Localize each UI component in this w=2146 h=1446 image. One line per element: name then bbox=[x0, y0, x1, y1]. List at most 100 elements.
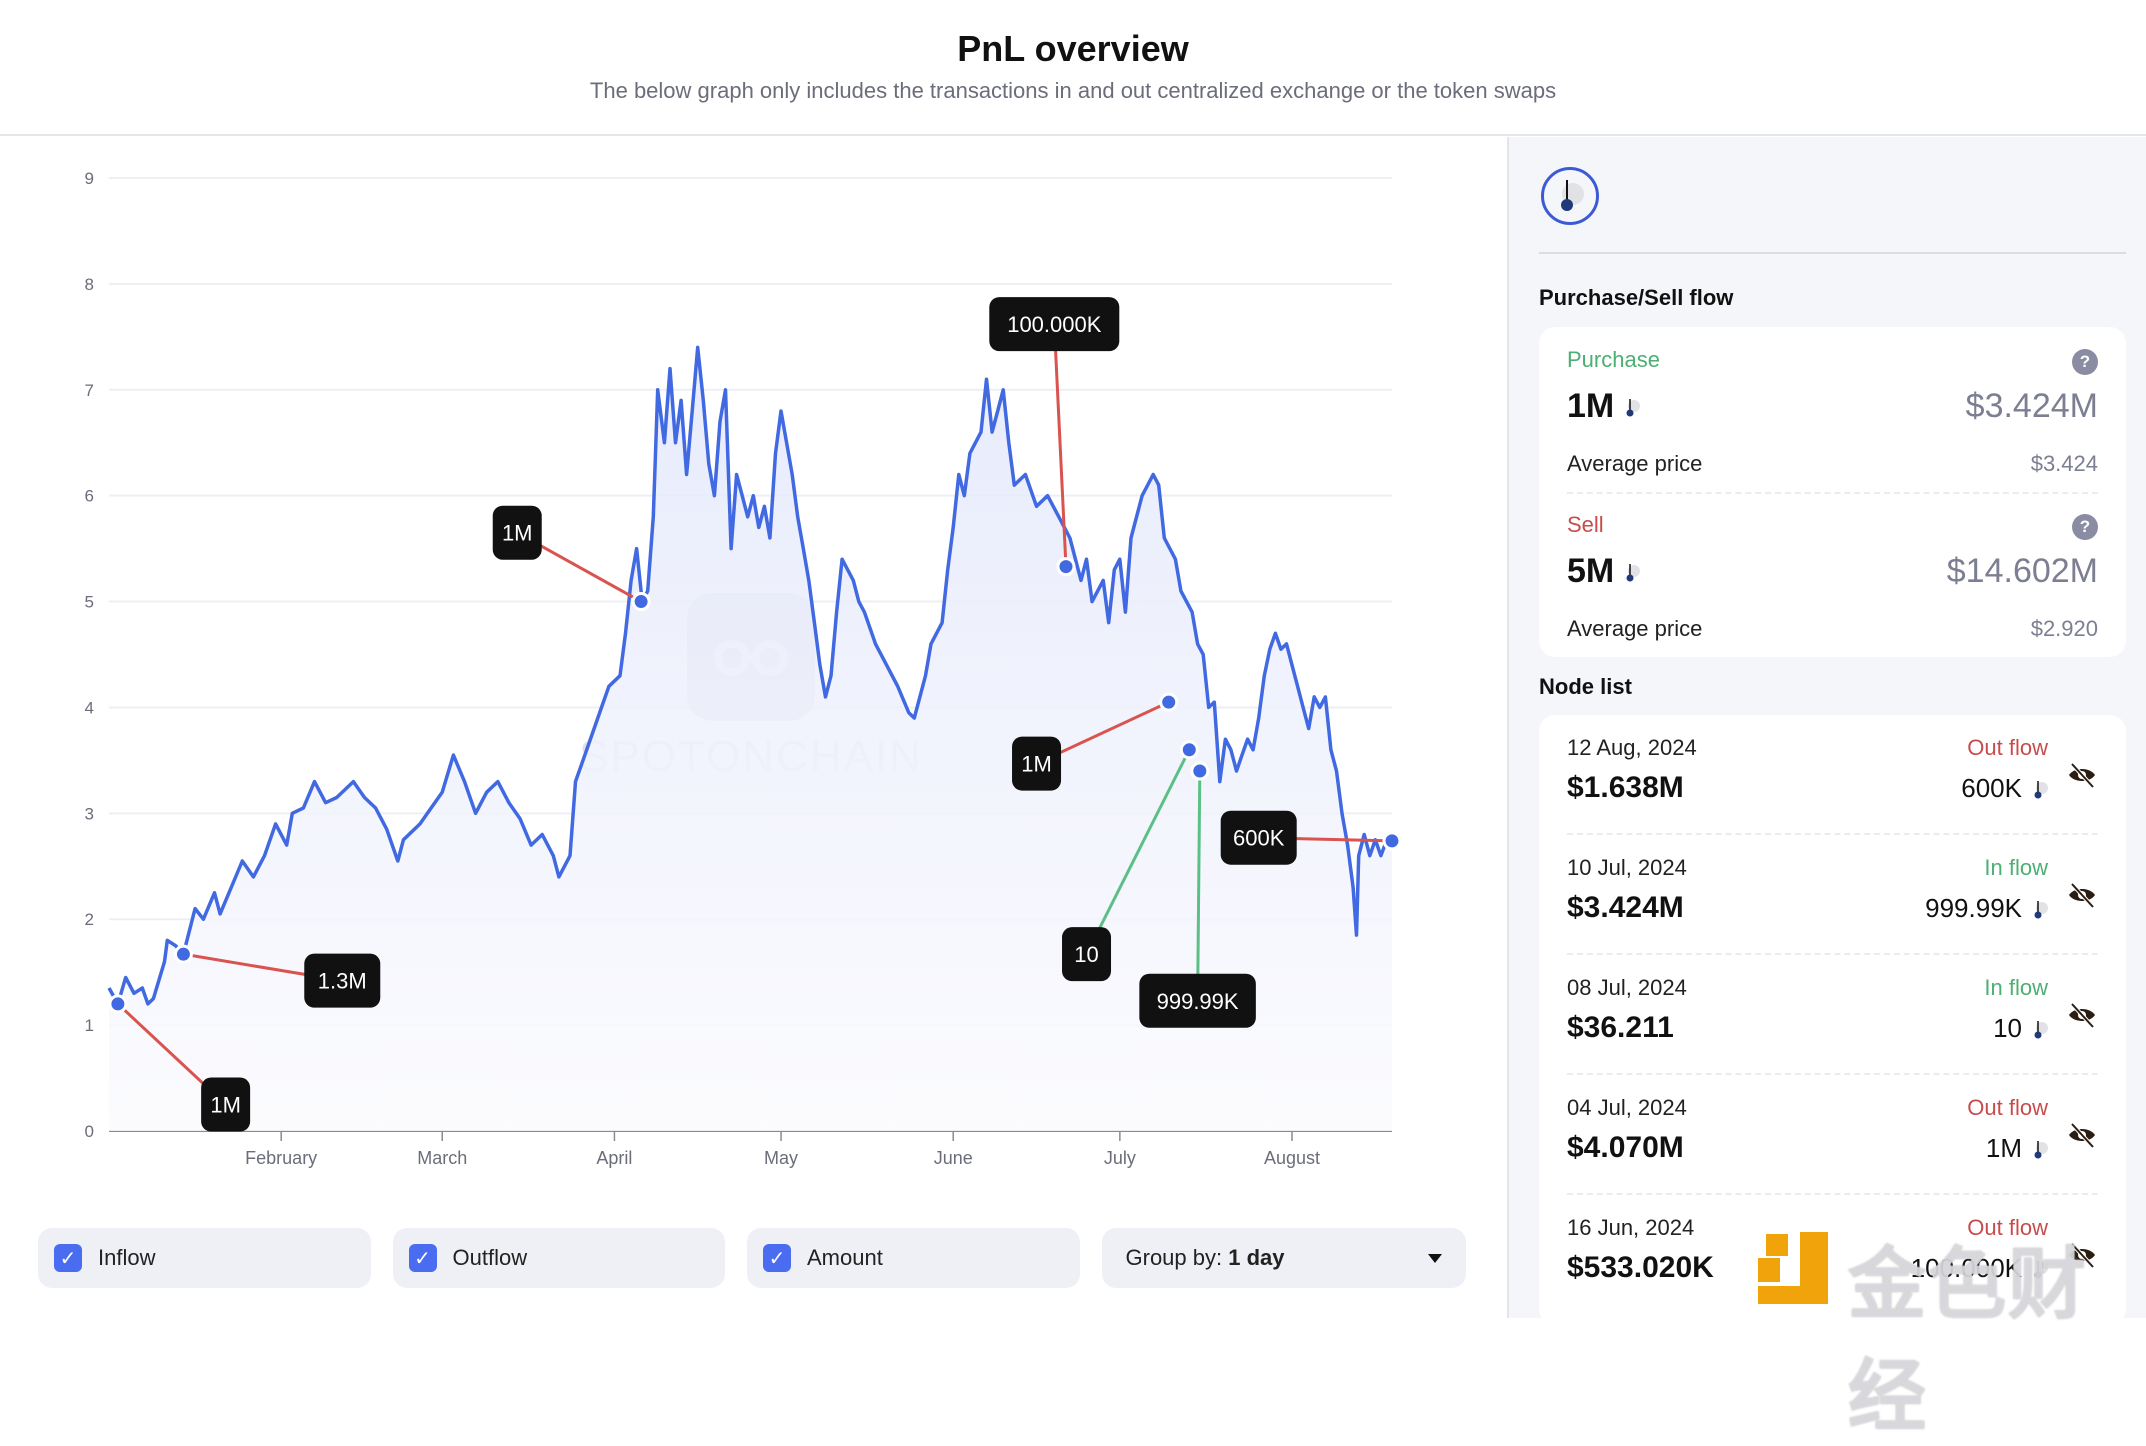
node-flow-type: Out flow bbox=[1967, 735, 2048, 760]
annotation-node[interactable] bbox=[1382, 831, 1402, 851]
purchase-avg-value: $3.424 bbox=[2030, 451, 2098, 476]
node-date: 12 Aug, 2024 bbox=[1567, 735, 1697, 760]
inflow-label: Inflow bbox=[98, 1245, 156, 1270]
purchase-sell-card: Purchase ? 1M $3.424M Average price $3.4… bbox=[1539, 327, 2126, 657]
sell-avg-value: $2.920 bbox=[2030, 616, 2098, 641]
purchase-avg-label: Average price bbox=[1567, 451, 1703, 476]
sidebar-divider bbox=[1539, 252, 2126, 254]
x-tick-label: August bbox=[1264, 1148, 1320, 1168]
annotation-node[interactable] bbox=[1179, 740, 1199, 760]
purchase-row: Purchase ? 1M $3.424M Average price $3.4… bbox=[1567, 347, 2098, 487]
annotation-node[interactable] bbox=[173, 944, 193, 964]
annotation-node[interactable] bbox=[1159, 692, 1179, 712]
group-by-select[interactable]: Group by: 1 day bbox=[1101, 1228, 1466, 1288]
purchase-label: Purchase bbox=[1567, 347, 1660, 372]
y-tick-label: 7 bbox=[85, 381, 94, 400]
node-amount-value: 1M bbox=[1985, 1133, 2022, 1163]
outflow-checkbox-icon[interactable]: ✓ bbox=[408, 1244, 437, 1272]
eye-slash-icon[interactable] bbox=[2066, 1119, 2098, 1151]
node-usd-value: $1.638M bbox=[1567, 771, 1684, 804]
node-usd-value: $36.211 bbox=[1567, 1011, 1674, 1044]
annotation-label: 999.99K bbox=[1157, 989, 1239, 1014]
node-flow-type: In flow bbox=[1984, 855, 2048, 880]
chart-controls: ✓ Inflow ✓ Outflow ✓ Amount Group by: 1 … bbox=[38, 1228, 1466, 1288]
annotation-label: 100.000K bbox=[1007, 312, 1102, 337]
annotation-node[interactable] bbox=[108, 994, 128, 1014]
amount-toggle[interactable]: ✓ Amount bbox=[747, 1228, 1080, 1288]
jinse-watermark: 金色财经 bbox=[1848, 1240, 2089, 1440]
outflow-toggle[interactable]: ✓ Outflow bbox=[392, 1228, 725, 1288]
page-subtitle: The below graph only includes the transa… bbox=[589, 78, 1557, 103]
node-amount-value: 999.99K bbox=[1925, 893, 2022, 923]
outflow-label: Outflow bbox=[452, 1245, 528, 1270]
sell-row: Sell ? 5M $14.602M Average price $2.920 bbox=[1567, 512, 2098, 652]
x-tick-label: February bbox=[245, 1148, 317, 1168]
amount-label: Amount bbox=[807, 1245, 883, 1270]
caret-down-icon bbox=[1428, 1253, 1442, 1263]
eye-slash-icon[interactable] bbox=[2066, 999, 2098, 1031]
node-list-item[interactable]: 12 Aug, 2024 $1.638M Out flow 600K bbox=[1567, 715, 2098, 835]
node-date: 08 Jul, 2024 bbox=[1567, 975, 1687, 1000]
node-list-item[interactable]: 10 Jul, 2024 $3.424M In flow 999.99K bbox=[1567, 835, 2098, 955]
node-flow-type: In flow bbox=[1984, 975, 2048, 1000]
node-usd-value: $4.070M bbox=[1567, 1131, 1684, 1164]
token-icon bbox=[1561, 180, 1584, 211]
x-tick-label: March bbox=[417, 1148, 467, 1168]
node-list-item[interactable]: 08 Jul, 2024 $36.211 In flow 10 bbox=[1567, 955, 2098, 1075]
annotation-label: 1M bbox=[1021, 752, 1052, 777]
node-amount-value: 10 bbox=[1993, 1013, 2022, 1043]
eye-slash-icon[interactable] bbox=[2066, 879, 2098, 911]
inflow-toggle[interactable]: ✓ Inflow bbox=[38, 1228, 371, 1288]
y-tick-label: 4 bbox=[85, 698, 94, 717]
x-tick-label: May bbox=[764, 1148, 798, 1168]
token-icon bbox=[2034, 1140, 2048, 1158]
annotation-label: 10 bbox=[1074, 942, 1098, 967]
sell-amount: 5M bbox=[1567, 552, 1641, 591]
node-amount: 600K bbox=[1961, 773, 2048, 804]
token-icon bbox=[1626, 563, 1641, 581]
annotation-label: 1M bbox=[502, 521, 533, 546]
sell-label: Sell bbox=[1567, 512, 1604, 537]
page-header: PnL overview The below graph only includ… bbox=[0, 0, 2146, 136]
node-amount: 999.99K bbox=[1925, 893, 2048, 924]
y-tick-label: 8 bbox=[85, 275, 94, 294]
y-tick-label: 5 bbox=[85, 593, 94, 612]
annotation-label: 1M bbox=[210, 1093, 241, 1118]
eye-slash-icon[interactable] bbox=[2066, 759, 2098, 791]
inflow-checkbox-icon[interactable]: ✓ bbox=[54, 1244, 82, 1272]
annotation-node[interactable] bbox=[1056, 557, 1076, 577]
node-amount: 10 bbox=[1993, 1013, 2048, 1044]
y-tick-label: 0 bbox=[85, 1122, 94, 1141]
annotation-node[interactable] bbox=[1190, 761, 1210, 781]
node-amount-value: 600K bbox=[1961, 773, 2022, 803]
sell-usd-value: $14.602M bbox=[1946, 552, 2098, 590]
purchase-amount: 1M bbox=[1567, 387, 1641, 426]
token-icon bbox=[2034, 1020, 2048, 1038]
sell-amount-value: 5M bbox=[1567, 552, 1615, 590]
purchase-amount-value: 1M bbox=[1567, 387, 1615, 425]
y-tick-label: 1 bbox=[85, 1016, 94, 1035]
group-by-text: Group by: 1 day bbox=[1126, 1245, 1285, 1271]
token-icon bbox=[2034, 900, 2048, 918]
node-list-item[interactable]: 04 Jul, 2024 $4.070M Out flow 1M bbox=[1567, 1075, 2098, 1195]
jinse-logo-icon bbox=[1758, 1232, 1828, 1304]
node-date: 10 Jul, 2024 bbox=[1567, 855, 1687, 880]
pnl-chart[interactable]: 0 1 2 3 4 5 6 7 8 9 February March April May June July A… bbox=[0, 137, 1506, 1318]
annotation-label: 1.3M bbox=[318, 969, 367, 994]
chart-svg[interactable]: 0 1 2 3 4 5 6 7 8 9 February March April May June July A… bbox=[0, 137, 1506, 1217]
token-icon bbox=[2034, 780, 2048, 798]
annotation-node[interactable] bbox=[631, 592, 651, 612]
x-tick-label: June bbox=[934, 1148, 973, 1168]
annotation-label: 600K bbox=[1233, 826, 1285, 851]
group-by-value: 1 day bbox=[1228, 1245, 1285, 1270]
help-icon[interactable]: ? bbox=[2072, 349, 2098, 375]
x-tick-label: July bbox=[1104, 1148, 1136, 1168]
node-usd-value: $533.020K bbox=[1567, 1251, 1714, 1284]
node-amount: 1M bbox=[1986, 1133, 2048, 1164]
node-usd-value: $3.424M bbox=[1567, 891, 1684, 924]
token-selector-button[interactable] bbox=[1541, 167, 1599, 225]
help-icon[interactable]: ? bbox=[2072, 514, 2098, 540]
amount-checkbox-icon[interactable]: ✓ bbox=[763, 1244, 791, 1272]
y-tick-label: 3 bbox=[85, 804, 94, 823]
node-date: 16 Jun, 2024 bbox=[1567, 1215, 1695, 1240]
